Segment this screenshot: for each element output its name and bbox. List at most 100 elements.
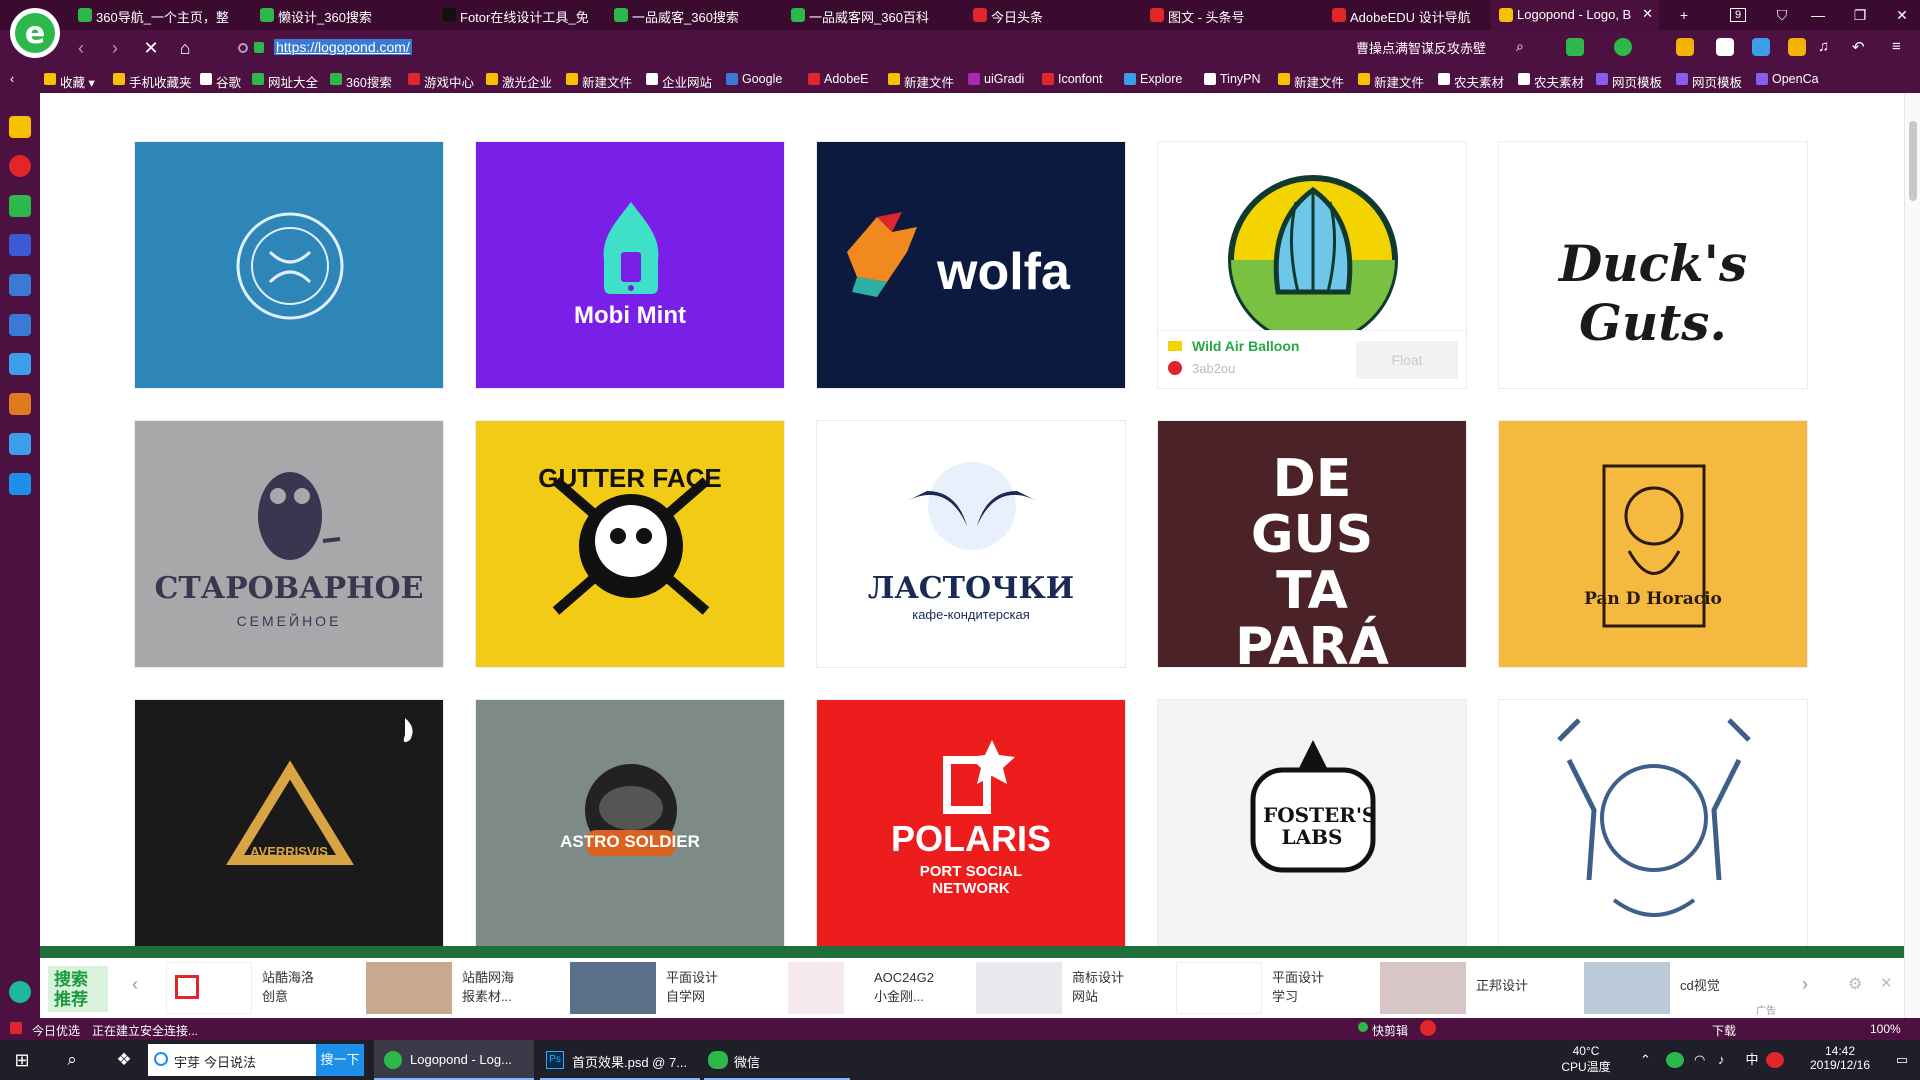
app-icon[interactable] [9, 314, 31, 336]
quick-clip-button[interactable]: 快剪辑 [1372, 1022, 1408, 1039]
ad-close-icon[interactable]: ✕ [1880, 974, 1893, 992]
favorites-icon[interactable] [9, 116, 31, 138]
logo-card-averrisvis[interactable]: AVERRISVIS [134, 699, 444, 946]
ad-item[interactable]: 站酷网海 报素材... [366, 958, 556, 1016]
stop-loading-button[interactable]: ✕ [140, 37, 162, 59]
tab-7[interactable]: AdobeEDU 设计导航 [1324, 0, 1489, 30]
site-info-icon[interactable] [238, 43, 248, 53]
tab-3[interactable]: 一品威客_360搜索 [606, 0, 781, 30]
bookmark-item[interactable]: AdobeE [808, 72, 868, 86]
wifi-icon[interactable]: ◠ [1694, 1040, 1714, 1080]
apps-grid-icon[interactable] [1788, 38, 1806, 56]
ad-item[interactable]: 商标设计 网站 [976, 958, 1166, 1016]
logo-card-polaris[interactable]: POLARIS PORT SOCIAL NETWORK [816, 699, 1126, 946]
logo-card-ducks-guts[interactable]: Duck's Guts. [1498, 141, 1808, 389]
tab-2[interactable]: Fotor在线设计工具_免 [434, 0, 604, 30]
search-suggestion[interactable]: 曹操点满智谋反攻赤壁 [1356, 38, 1486, 57]
ad-item[interactable]: 正邦设计 [1380, 958, 1570, 1016]
zoom-level[interactable]: 100% [1870, 1022, 1901, 1036]
bookmark-item[interactable]: 收藏 ▾ [44, 72, 95, 91]
logo-card-lastochki[interactable]: ЛАСТОЧКИ кафе-кондитерская [816, 420, 1126, 668]
clock[interactable]: 14:42 2019/12/16 [1792, 1040, 1888, 1080]
tab-close-icon[interactable]: ✕ [1642, 6, 1653, 22]
bookmarks-toggle-icon[interactable]: ‹ [10, 72, 14, 86]
bookmark-item[interactable]: uiGradi [968, 72, 1024, 86]
tray-360-icon[interactable] [1666, 1052, 1684, 1068]
bookmark-item[interactable]: 新建文件 [1278, 72, 1344, 91]
cpu-temp[interactable]: 40°C CPU温度 [1556, 1040, 1616, 1080]
ad-item[interactable]: cd视觉 [1584, 958, 1774, 1016]
volume-icon[interactable]: ♪ [1718, 1040, 1738, 1080]
logo-card-fish[interactable] [134, 141, 444, 389]
search-icon[interactable]: ⌕ [52, 1040, 92, 1080]
bookmark-item[interactable]: TinyPN [1204, 72, 1261, 86]
shirt-icon[interactable]: ⛉ [1764, 0, 1800, 30]
author-name[interactable]: 3ab2ou [1192, 361, 1235, 376]
restore-button[interactable]: ❐ [1842, 0, 1878, 30]
bookmark-item[interactable]: 手机收藏夹 [113, 72, 192, 91]
bookmark-item[interactable]: 游戏中心 [408, 72, 474, 91]
bookmark-item[interactable]: 激光企业 [486, 72, 552, 91]
logo-card-degustapara[interactable]: DE GUS TA PARÁ [1157, 420, 1467, 668]
bookmark-item[interactable]: 企业网站 [646, 72, 712, 91]
back-button[interactable]: ‹ [70, 37, 92, 59]
taskbar-app-photoshop[interactable]: Ps 首页效果.psd @ 7... [540, 1040, 700, 1080]
bookmark-item[interactable]: Google [726, 72, 782, 86]
logo-card-fosters-labs[interactable]: FOSTER'S LABS [1157, 699, 1467, 946]
game-icon[interactable] [9, 353, 31, 375]
ad-item[interactable]: AOC24G2 小金刚... [788, 958, 978, 1016]
float-button[interactable]: Float [1356, 341, 1458, 379]
url-text[interactable]: https://logopond.com/ [274, 39, 412, 55]
logo-card-owl[interactable]: СТАРОВАРНОЕ СЕМЕЙНОЕ [134, 420, 444, 668]
sogou-tray-icon[interactable] [1766, 1052, 1784, 1068]
input-language[interactable]: 中 [1742, 1040, 1762, 1080]
magnifier-icon[interactable] [1752, 38, 1770, 56]
sogou-ime-icon[interactable] [1420, 1020, 1436, 1036]
logo-card-astro-soldier[interactable]: ASTRO SOLDIER [475, 699, 785, 946]
bookmark-item[interactable]: 新建文件 [888, 72, 954, 91]
ad-item[interactable]: 平面设计 学习 [1176, 958, 1366, 1016]
extension-3-icon[interactable] [1716, 38, 1734, 56]
extension-1-icon[interactable] [1566, 38, 1584, 56]
download-button[interactable]: 下载 [1712, 1022, 1736, 1039]
bookmark-item[interactable]: OpenCa [1756, 72, 1819, 86]
logo-card-gutter-face[interactable]: GUTTER FACE [475, 420, 785, 668]
logo-card-mobi-mint[interactable]: Mobi Mint [475, 141, 785, 389]
tab-5[interactable]: 今日头条 [965, 0, 1140, 30]
logo-name[interactable]: Wild Air Balloon [1192, 338, 1299, 354]
tab-0[interactable]: 360导航_一个主页，整 [70, 0, 250, 30]
bookmark-item[interactable]: 谷歌 [200, 72, 241, 91]
taskbar-app-browser[interactable]: Logopond - Log... [374, 1040, 534, 1080]
bookmark-item[interactable]: 农夫素材 [1438, 72, 1504, 91]
logo-card-wolfa[interactable]: wolfa [816, 141, 1126, 389]
bookmark-item[interactable]: 农夫素材 [1518, 72, 1584, 91]
settings-gear-icon[interactable]: ⚙ [1848, 974, 1862, 994]
task-view-icon[interactable]: ❖ [104, 1040, 144, 1080]
bookmark-item[interactable]: Explore [1124, 72, 1182, 86]
logo-card-wild-air-balloon[interactable]: Wild Air Balloon 3ab2ou Float [1157, 141, 1467, 389]
menu-icon[interactable]: ≡ [1892, 38, 1910, 56]
ad-item[interactable]: 平面设计 自学网 [570, 958, 770, 1016]
weibo-icon[interactable] [9, 155, 31, 177]
taskbar-search-box[interactable]: 宇芽 今日说法 [148, 1044, 316, 1076]
scrollbar-thumb[interactable] [1909, 121, 1917, 201]
home-button[interactable]: ⌂ [174, 37, 196, 59]
pay-icon[interactable] [9, 473, 31, 495]
bookmark-item[interactable]: 网页模板 [1596, 72, 1662, 91]
mail-icon[interactable] [9, 195, 31, 217]
forward-button[interactable]: › [104, 37, 126, 59]
new-tab-button[interactable]: + [1666, 0, 1702, 30]
taskbar-search-button[interactable]: 搜一下 [316, 1044, 364, 1076]
tab-count[interactable]: 9 [1720, 0, 1756, 30]
minimize-button[interactable]: — [1800, 0, 1836, 30]
url-field[interactable]: https://logopond.com/ [230, 35, 1340, 61]
browser-logo-icon[interactable]: e [10, 8, 60, 58]
sidebar-toggle-icon[interactable] [9, 981, 31, 1003]
extension-2-icon[interactable] [1614, 38, 1632, 56]
undo-icon[interactable]: ↶ [1852, 38, 1870, 56]
logo-card-pan-d-horacio[interactable]: Pan D Horacio [1498, 420, 1808, 668]
notification-icon[interactable]: ▭ [1890, 1040, 1914, 1080]
tab-6[interactable]: 图文 - 头条号 [1142, 0, 1322, 30]
windows-start-icon[interactable]: ⊞ [0, 1040, 44, 1080]
page-scrollbar[interactable] [1904, 93, 1920, 1018]
